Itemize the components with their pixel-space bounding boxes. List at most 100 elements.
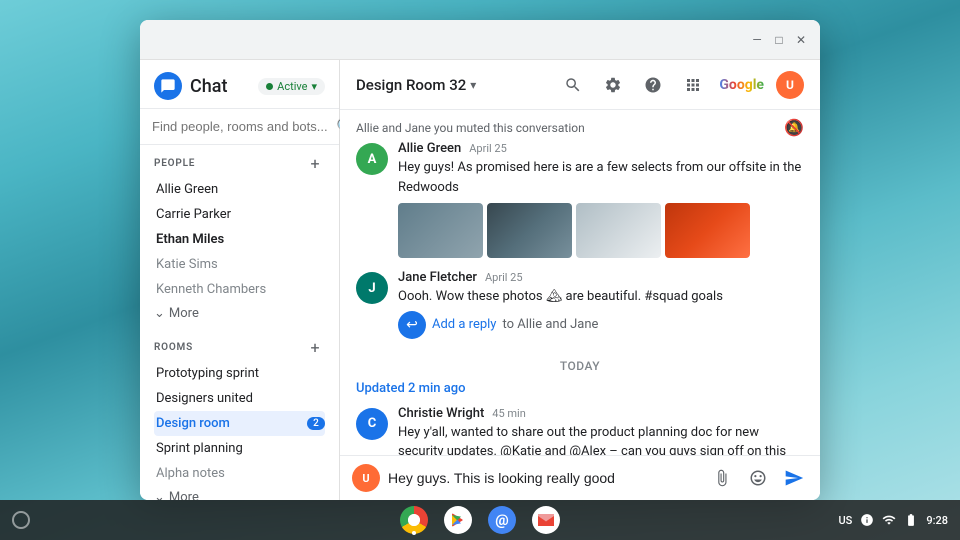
search-icon[interactable] — [559, 71, 587, 99]
chat-header-actions: Google U — [559, 71, 804, 99]
image-thumbnail[interactable] — [487, 203, 572, 258]
message-group-christie: C Christie Wright 45 min Hey y'all, want… — [356, 406, 804, 456]
title-bar: — □ ✕ — [140, 20, 820, 60]
updated-notice: Updated 2 min ago — [356, 381, 804, 396]
sidebar-item-ethan-miles[interactable]: Ethan Miles — [154, 227, 325, 252]
image-thumbnail[interactable] — [665, 203, 750, 258]
more-label: More — [169, 490, 199, 500]
taskbar-gmail-icon[interactable] — [532, 506, 560, 534]
room-name: Alpha notes — [156, 466, 225, 481]
msg-time: April 25 — [485, 271, 523, 284]
people-section-header: PEOPLE + — [154, 153, 325, 173]
sidebar-item-alpha-notes[interactable]: Alpha notes — [154, 461, 325, 486]
add-room-button[interactable]: + — [305, 337, 325, 357]
sidebar-item-allie-green[interactable]: Allie Green — [154, 177, 325, 202]
time-label: 9:28 — [926, 514, 948, 527]
message-group-allie: A Allie Green April 25 Hey guys! As prom… — [356, 141, 804, 258]
msg-header-jane: Jane Fletcher April 25 — [398, 270, 804, 285]
room-name: Sprint planning — [156, 441, 243, 456]
sidebar-item-carrie-parker[interactable]: Carrie Parker — [154, 202, 325, 227]
taskbar-gmail-at-icon[interactable]: @ — [488, 506, 516, 534]
people-label: PEOPLE — [154, 158, 195, 169]
msg-text: Hey y'all, wanted to share out the produ… — [398, 423, 804, 456]
person-name: Ethan Miles — [156, 232, 224, 247]
input-bar: U — [340, 455, 820, 500]
sidebar-item-sprint-planning[interactable]: Sprint planning — [154, 436, 325, 461]
settings-icon[interactable] — [599, 71, 627, 99]
room-name-text: Design Room 32 — [356, 76, 466, 94]
person-name: Kenneth Chambers — [156, 282, 266, 297]
minimize-button[interactable]: — — [750, 33, 764, 47]
message-content-christie: Christie Wright 45 min Hey y'all, wanted… — [398, 406, 804, 456]
battery-icon — [904, 513, 918, 527]
app-title: Chat — [190, 76, 250, 97]
msg-header-allie: Allie Green April 25 — [398, 141, 804, 156]
attach-icon[interactable] — [708, 464, 736, 492]
bell-muted-icon: 🔕 — [784, 118, 804, 137]
user-avatar[interactable]: U — [776, 71, 804, 99]
room-name: Design room — [156, 416, 230, 431]
app-window: — □ ✕ Chat Active ▾ — [140, 20, 820, 500]
image-thumbnail[interactable] — [576, 203, 661, 258]
chat-area: Allie and Jane you muted this conversati… — [340, 110, 820, 455]
reply-label[interactable]: Add a reply — [432, 317, 496, 332]
avatar-allie: A — [356, 143, 388, 175]
msg-text: Hey guys! As promised here is are a few … — [398, 158, 804, 197]
sidebar-item-design-room[interactable]: Design room 2 — [154, 411, 325, 436]
wifi-icon — [882, 513, 896, 527]
room-name[interactable]: Design Room 32 ▾ — [356, 76, 476, 94]
status-pill[interactable]: Active ▾ — [258, 78, 325, 95]
sidebar-item-designers-united[interactable]: Designers united — [154, 386, 325, 411]
region-label: US — [838, 514, 852, 527]
chevron-down-icon: ⌄ — [154, 490, 165, 500]
maximize-button[interactable]: □ — [772, 33, 786, 47]
message-input[interactable] — [388, 470, 700, 486]
main-content: Design Room 32 ▾ — [340, 60, 820, 500]
today-label: TODAY — [560, 359, 600, 373]
input-actions — [708, 464, 808, 492]
image-thumbnail[interactable] — [398, 203, 483, 258]
send-button[interactable] — [780, 464, 808, 492]
room-name: Prototyping sprint — [156, 366, 259, 381]
avatar-jane: J — [356, 272, 388, 304]
sidebar-item-prototyping-sprint[interactable]: Prototyping sprint — [154, 361, 325, 386]
person-name: Katie Sims — [156, 257, 218, 272]
launcher-button[interactable] — [12, 511, 30, 529]
info-icon — [860, 513, 874, 527]
window-controls: — □ ✕ — [750, 33, 808, 47]
rooms-section-header: ROOMS + — [154, 337, 325, 357]
msg-text: Oooh. Wow these photos 🏔 are beautiful. … — [398, 287, 804, 307]
active-dot — [412, 531, 416, 535]
search-bar: 🔍 — [140, 109, 339, 145]
muted-notice: Allie and Jane you muted this conversati… — [356, 110, 804, 141]
sidebar-header: Chat Active ▾ — [140, 60, 339, 109]
message-content-jane: Jane Fletcher April 25 Oooh. Wow these p… — [398, 270, 804, 339]
reply-link[interactable]: ↩ Add a reply to Allie and Jane — [398, 311, 804, 339]
taskbar-center: @ — [400, 506, 560, 534]
rooms-more-button[interactable]: ⌄ More — [154, 486, 325, 500]
msg-time: April 25 — [469, 142, 507, 155]
emoji-icon[interactable] — [744, 464, 772, 492]
sidebar-item-kenneth-chambers[interactable]: Kenneth Chambers — [154, 277, 325, 302]
person-name: Carrie Parker — [156, 207, 231, 222]
taskbar-chrome-icon[interactable] — [400, 506, 428, 534]
grid-icon[interactable] — [679, 71, 707, 99]
people-more-button[interactable]: ⌄ More — [154, 302, 325, 325]
room-name-caret: ▾ — [470, 78, 476, 92]
status-dot — [266, 83, 273, 90]
room-name: Designers united — [156, 391, 253, 406]
image-grid — [398, 203, 804, 258]
msg-time: 45 min — [492, 407, 526, 420]
help-icon[interactable] — [639, 71, 667, 99]
add-person-button[interactable]: + — [305, 153, 325, 173]
status-label: Active — [277, 80, 307, 93]
close-button[interactable]: ✕ — [794, 33, 808, 47]
taskbar-left — [12, 511, 30, 529]
rooms-label: ROOMS — [154, 342, 193, 353]
sidebar-item-katie-sims[interactable]: Katie Sims — [154, 252, 325, 277]
search-input[interactable] — [152, 119, 328, 134]
msg-header-christie: Christie Wright 45 min — [398, 406, 804, 421]
msg-sender: Jane Fletcher — [398, 270, 477, 285]
taskbar-playstore-icon[interactable] — [444, 506, 472, 534]
status-caret: ▾ — [311, 80, 317, 93]
